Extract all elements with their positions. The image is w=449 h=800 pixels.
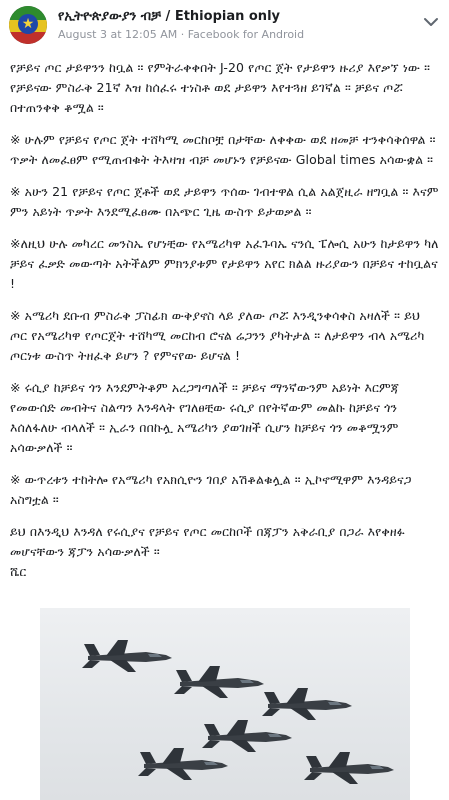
page-avatar[interactable]: ★ [9, 6, 47, 44]
post-header: ★ የኢትዮጵያውያን ብቻ / Ethiopian only August 3… [0, 0, 449, 52]
meta-separator: · [180, 28, 185, 41]
post-paragraph: ※ አሁን 21 የቻይና የጦር ጀቶች ወደ ታይዋን ጥሰው ገብተዋል … [10, 184, 439, 219]
post-photo[interactable] [40, 608, 410, 800]
post-paragraph: ይህ በእንዲህ እንዳለ የሩሲያና የቻይና የጦር መርከቦች በጃፓን … [10, 524, 405, 579]
page-name-link[interactable]: የኢትዮጵያውያን ብቻ / Ethiopian only [58, 9, 280, 24]
avatar-star-icon: ★ [18, 14, 38, 34]
post-paragraph: ※ ሁሉም የቻይና የጦር ጀት ተሸካሚ መርከቦቿ በታቸው ለቀቀው ወ… [10, 132, 436, 167]
fighter-jets-image [82, 640, 394, 784]
post-paragraph: ※ ሩሲያ ከቻይና ጎን እንደምትቆም አረጋግጣለች ። ቻይና ማንኛው… [10, 380, 400, 455]
post-body: የቻይና ጦር ታይዋንን ከቧል ። የምትራቀቀበት J-20 የጦር ጀት… [10, 58, 440, 594]
post-date[interactable]: August 3 at 12:05 AM [58, 28, 177, 41]
post-meta: August 3 at 12:05 AM · Facebook for Andr… [58, 28, 304, 41]
post-source: Facebook for Android [187, 28, 305, 41]
post-paragraph: ※ አሜሪካ ደቡብ ምስራቅ ፓስፊክ ውቅያኖስ ላይ ያለው ጦሯ እንዲ… [10, 308, 425, 363]
chevron-down-icon[interactable] [421, 12, 441, 32]
post-paragraph: ※ለዚህ ሁሉ መካረር መንስኤ የሆነቺው የአሜሪካዋ አፈጉባኤ ናንሲ… [10, 236, 439, 291]
post-paragraph: ※ ውጥረቱን ተከትሎ የአሜሪካ የአክሲዮን ገበያ አሽቆልቁሏል ። … [10, 472, 412, 507]
post-paragraph: የቻይና ጦር ታይዋንን ከቧል ። የምትራቀቀበት J-20 የጦር ጀት… [10, 60, 431, 115]
